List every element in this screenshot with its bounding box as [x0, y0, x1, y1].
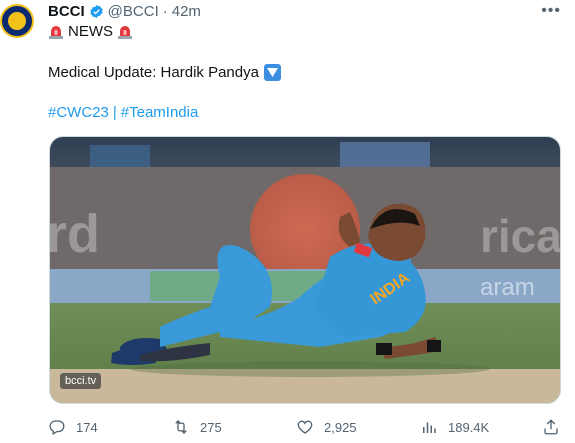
- siren-icon: [118, 25, 132, 39]
- news-text: NEWS: [68, 23, 113, 40]
- reply-button[interactable]: 174: [48, 418, 98, 436]
- verified-badge-icon: [89, 4, 103, 18]
- board-text-left: rd: [50, 204, 100, 264]
- hashtag-separator: |: [112, 104, 117, 121]
- board-text-right: rica: [480, 210, 561, 262]
- hashtag-cwc23[interactable]: #CWC23: [48, 104, 109, 121]
- author-handle[interactable]: @BCCI: [108, 3, 159, 20]
- share-button[interactable]: [542, 418, 570, 436]
- reply-icon: [49, 420, 65, 435]
- player-photo: rd rica aram INDIA: [50, 137, 561, 403]
- like-icon: [297, 420, 313, 434]
- hashtag-teamindia[interactable]: #TeamIndia: [121, 104, 199, 121]
- separator-dot: ·: [162, 2, 168, 20]
- siren-icon: [49, 25, 63, 39]
- views-button[interactable]: 189.4K: [420, 418, 489, 436]
- down-arrow-button-icon: [263, 64, 281, 81]
- board-text-lower: aram: [480, 274, 535, 301]
- hashtags: #CWC23 | #TeamIndia: [48, 104, 198, 121]
- timestamp[interactable]: 42m: [172, 3, 201, 20]
- tweet-header: BCCI @BCCI · 42m: [48, 1, 201, 21]
- tweet-line-news: NEWS: [48, 23, 133, 40]
- tweet-photo[interactable]: rd rica aram INDIA bcci.tv: [49, 136, 561, 404]
- repost-icon: [175, 420, 187, 434]
- watermark: bcci.tv: [60, 373, 102, 389]
- repost-button[interactable]: 275: [172, 418, 222, 436]
- reply-count: 174: [76, 419, 98, 435]
- views-count: 189.4K: [448, 419, 490, 435]
- medical-update-text: Medical Update: Hardik Pandya: [48, 64, 259, 81]
- repost-count: 275: [200, 419, 222, 435]
- author-name[interactable]: BCCI: [48, 3, 85, 20]
- share-icon: [544, 419, 558, 435]
- like-count: 2,925: [324, 419, 357, 435]
- views-icon: [423, 422, 436, 433]
- avatar[interactable]: [0, 4, 34, 38]
- tweet-line-update: Medical Update: Hardik Pandya: [48, 64, 281, 81]
- like-button[interactable]: 2,925: [296, 418, 357, 436]
- action-bar: 174 275 2,925 189.4K: [48, 418, 568, 438]
- more-icon[interactable]: •••: [541, 2, 561, 20]
